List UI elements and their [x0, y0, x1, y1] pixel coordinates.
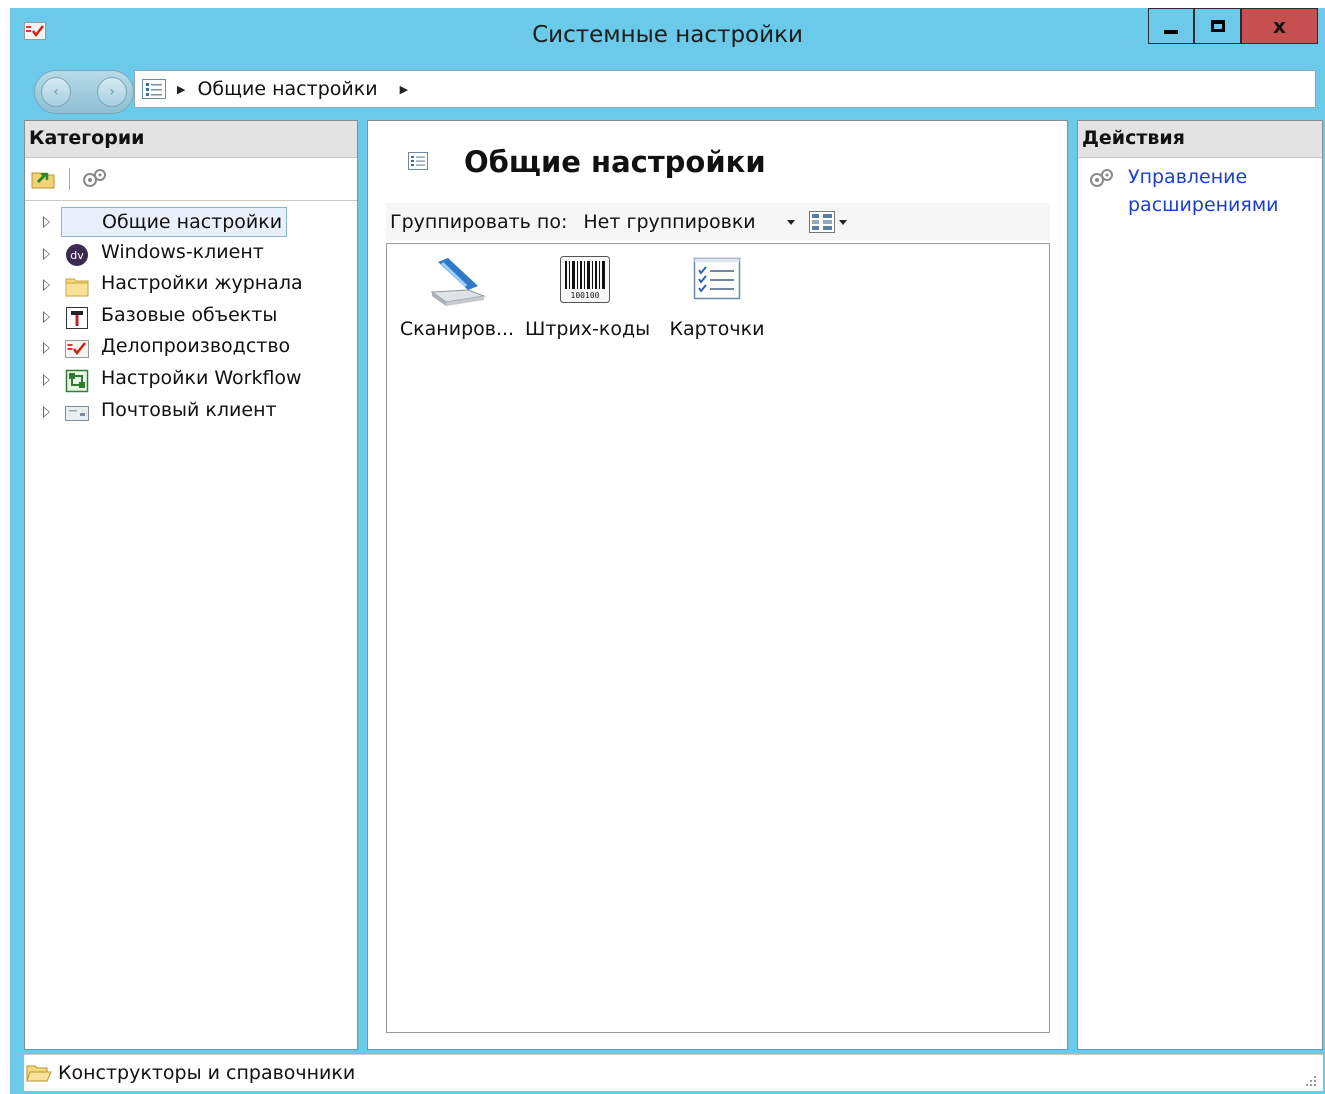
chevron-down-icon — [839, 219, 848, 225]
tree-item-windows-client[interactable]: dv Windows-клиент — [25, 239, 357, 271]
back-button[interactable]: ‹ — [41, 77, 71, 107]
open-folder-icon[interactable] — [26, 1063, 52, 1083]
tools-icon — [66, 306, 88, 329]
list-icon — [408, 152, 428, 170]
group-by-select[interactable]: Нет группировки — [581, 206, 799, 238]
content-panel: Общие настройки Группировать по: Нет гру… — [367, 120, 1068, 1050]
categories-tree: Общие настройки dv Windows-клиент Настро… — [25, 207, 357, 428]
navigation-bar: ‹ › ▶ Общие настройки ▶ — [10, 64, 1325, 122]
main-window: Системные настройки x ‹ › ▶ Общие настро… — [10, 8, 1325, 1094]
svg-text:dv: dv — [70, 249, 84, 262]
item-label: Карточки — [669, 318, 765, 340]
tree-item-label: Базовые объекты — [101, 303, 278, 326]
tree-item-label: Настройки журнала — [101, 272, 303, 295]
categories-header: Категории — [25, 121, 357, 158]
item-label: Сканиров... — [399, 318, 515, 340]
tree-item-base-objects[interactable]: Базовые объекты — [25, 302, 357, 334]
page-title: Общие настройки — [464, 145, 766, 179]
chevron-down-icon — [787, 219, 796, 225]
tree-item-label: Общие настройки — [61, 207, 288, 237]
resize-grip-icon[interactable] — [1303, 1073, 1317, 1087]
minimize-button[interactable] — [1148, 8, 1194, 44]
tree-item-label: Делопроизводство — [101, 335, 291, 358]
workflow-icon — [65, 369, 89, 393]
expand-arrow-icon[interactable] — [43, 342, 50, 355]
nav-buttons: ‹ › — [34, 70, 134, 114]
actions-header: Действия — [1078, 121, 1322, 158]
close-icon: x — [1273, 14, 1286, 38]
view-grid-icon — [809, 211, 836, 233]
item-cards[interactable]: Карточки — [657, 250, 777, 340]
barcode-icon: 100100 — [560, 256, 610, 303]
maximize-icon — [1210, 20, 1225, 32]
item-barcodes[interactable]: 100100 Штрих-коды — [525, 250, 651, 340]
manage-extensions-link[interactable]: Управление расширениями — [1128, 163, 1298, 219]
group-by-label: Группировать по: — [390, 211, 568, 233]
folder-up-icon[interactable] — [31, 166, 55, 190]
breadcrumb-separator-icon[interactable]: ▶ — [177, 83, 185, 96]
tree-item-general-settings[interactable]: Общие настройки — [25, 207, 357, 239]
checkbox-doc-icon — [65, 340, 89, 359]
barcode-number: 100100 — [571, 291, 600, 300]
grouping-toolbar: Группировать по: Нет группировки — [386, 203, 1050, 241]
toolbar-separator — [69, 168, 70, 190]
status-bar: Конструкторы и справочники — [24, 1054, 1323, 1091]
categories-toolbar — [25, 158, 357, 201]
forward-arrow-icon: › — [109, 84, 115, 100]
tree-item-mail-client[interactable]: Почтовый клиент — [25, 397, 357, 429]
dv-icon: dv — [66, 243, 88, 266]
categories-panel: Категории Общие настройки dv Windows-кли… — [24, 120, 358, 1050]
minimize-icon — [1164, 30, 1178, 34]
item-label: Штрих-коды — [525, 318, 651, 340]
breadcrumb-item[interactable]: Общие настройки — [197, 78, 377, 100]
tree-item-label: Настройки Workflow — [101, 366, 302, 389]
view-mode-button[interactable] — [809, 209, 851, 235]
expand-arrow-icon[interactable] — [43, 373, 50, 386]
tree-item-label: Почтовый клиент — [101, 398, 277, 421]
expand-arrow-icon[interactable] — [43, 405, 50, 418]
settings-items-view: Сканиров... 100100 Штрих-коды Карточки — [386, 243, 1050, 1033]
tree-item-journal-settings[interactable]: Настройки журнала — [25, 270, 357, 302]
gears-icon — [1090, 169, 1113, 187]
tree-item-office-work[interactable]: Делопроизводство — [25, 333, 357, 365]
address-bar[interactable]: ▶ Общие настройки ▶ — [134, 70, 1316, 108]
cards-icon — [693, 257, 741, 300]
expand-arrow-icon[interactable] — [43, 216, 50, 228]
title-bar[interactable]: Системные настройки x — [10, 8, 1325, 64]
close-button[interactable]: x — [1241, 8, 1318, 44]
breadcrumb-separator-icon[interactable]: ▶ — [400, 83, 408, 96]
back-arrow-icon: ‹ — [53, 84, 59, 100]
tree-item-label: Windows-клиент — [101, 240, 264, 263]
group-by-value: Нет группировки — [583, 211, 756, 233]
forward-button[interactable]: › — [97, 77, 127, 107]
action-manage-extensions[interactable]: Управление расширениями — [1088, 163, 1298, 219]
expand-arrow-icon[interactable] — [43, 279, 50, 292]
mail-icon — [65, 405, 89, 421]
expand-arrow-icon[interactable] — [43, 247, 50, 260]
folder-icon — [65, 278, 89, 297]
tree-item-workflow-settings[interactable]: Настройки Workflow — [25, 365, 357, 397]
expand-arrow-icon[interactable] — [43, 310, 50, 323]
scanner-icon — [430, 258, 486, 306]
list-icon — [142, 79, 166, 99]
maximize-button[interactable] — [1194, 8, 1241, 44]
actions-panel: Действия Управление расширениями — [1077, 120, 1323, 1050]
window-title: Системные настройки — [532, 22, 803, 48]
status-link[interactable]: Конструкторы и справочники — [58, 1062, 355, 1084]
gears-icon[interactable] — [81, 166, 109, 190]
item-scanning[interactable]: Сканиров... — [397, 250, 517, 340]
